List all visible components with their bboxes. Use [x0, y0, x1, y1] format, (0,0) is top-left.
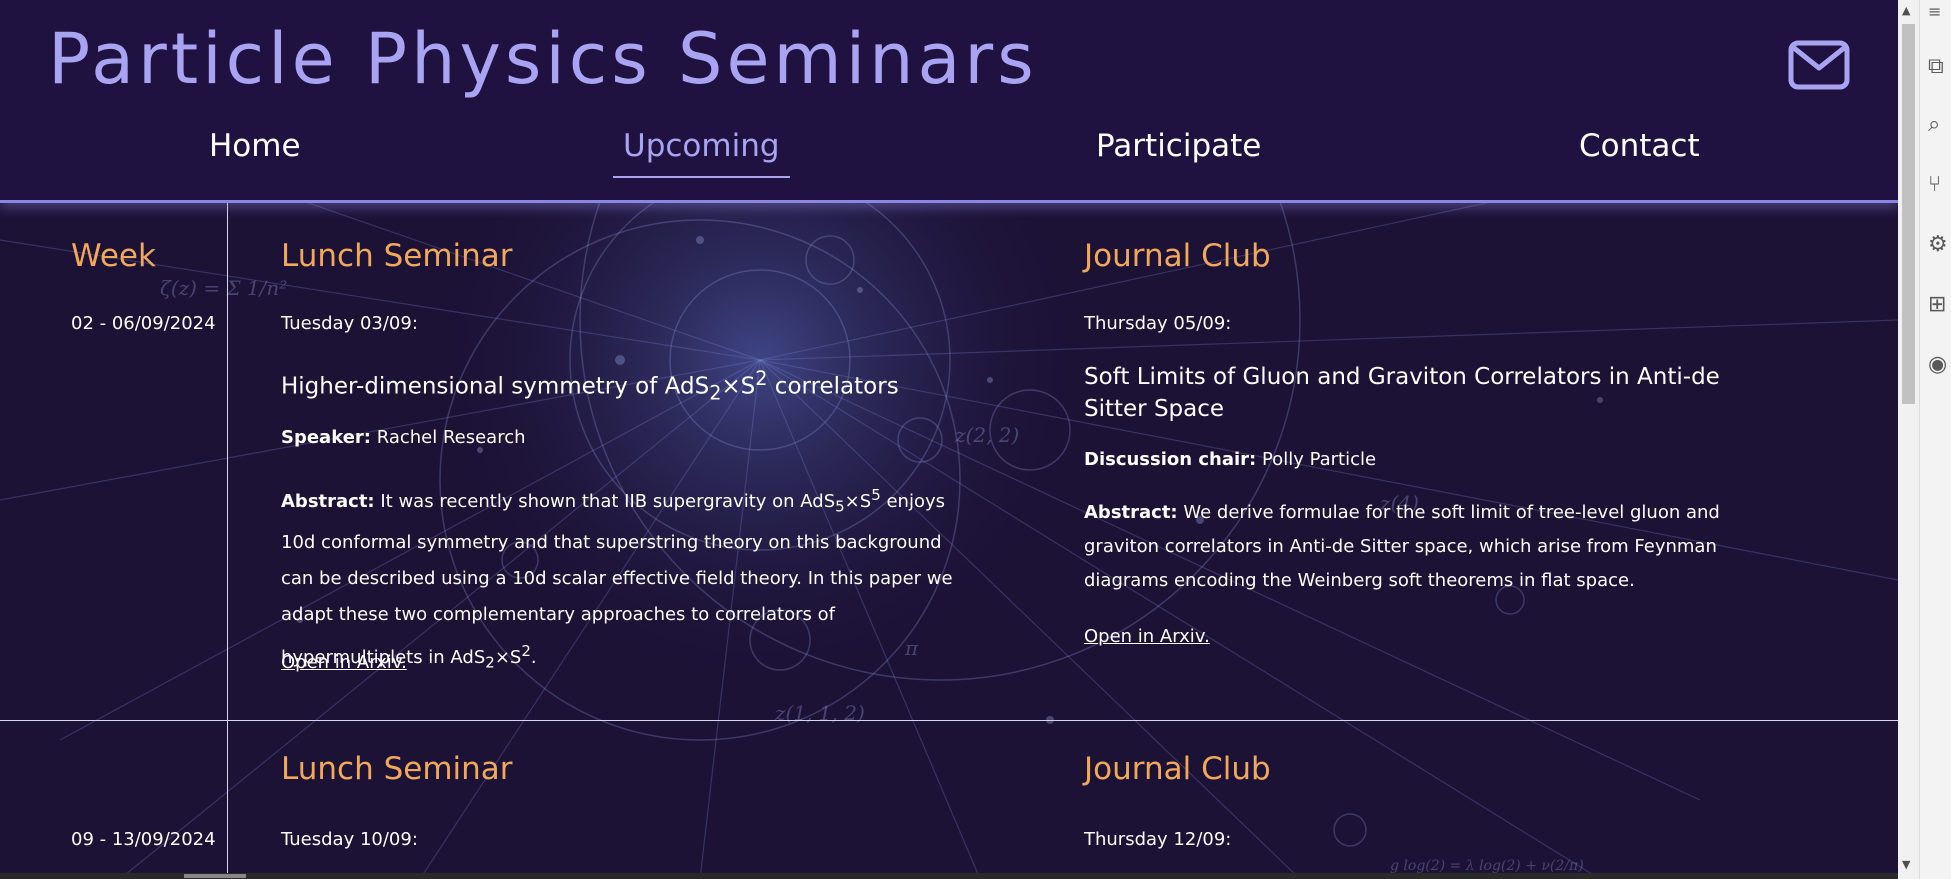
- search-icon[interactable]: ⌕: [1928, 112, 1940, 137]
- week-row: 09 - 13/09/2024 Lunch Seminar Tuesday 10…: [0, 721, 1898, 873]
- debug-icon[interactable]: ⚙: [1928, 232, 1948, 257]
- event-day: Thursday 12/09:: [1084, 829, 1232, 850]
- journal-club-heading: Journal Club: [1084, 238, 1271, 274]
- arxiv-link[interactable]: Open in Arxiv.: [1084, 626, 1210, 647]
- event-day: Tuesday 10/09:: [281, 829, 418, 850]
- vertical-scrollbar[interactable]: ▲ ▼: [1898, 0, 1919, 879]
- journal-club: Journal Club Thursday 05/09: Soft Limits…: [1084, 203, 1784, 720]
- week-heading: Week: [71, 238, 156, 274]
- source-control-icon[interactable]: ⑂: [1928, 172, 1941, 197]
- envelope-icon[interactable]: [1788, 40, 1850, 90]
- week-column: Week 02 - 06/09/2024: [0, 203, 228, 720]
- nav-home[interactable]: Home: [209, 128, 301, 164]
- lunch-seminar: Lunch Seminar Tuesday 10/09:: [281, 721, 981, 873]
- main-nav: Home Upcoming Participate Contact: [0, 128, 1898, 188]
- scroll-down-icon[interactable]: ▼: [1902, 858, 1910, 871]
- editor-side-strip: ≡ ⧉ ⌕ ⑂ ⚙ ⊞ ◉: [1919, 0, 1951, 879]
- horizontal-scroll-thumb[interactable]: [184, 874, 246, 878]
- extensions-icon[interactable]: ⊞: [1928, 292, 1946, 317]
- nav-upcoming[interactable]: Upcoming: [613, 128, 790, 178]
- lunch-seminar-heading: Lunch Seminar: [281, 751, 513, 787]
- nav-participate[interactable]: Participate: [1096, 128, 1261, 164]
- talk-title: Higher-dimensional symmetry of AdS2×S2 c…: [281, 367, 899, 405]
- files-icon[interactable]: ⧉: [1928, 54, 1944, 79]
- week-dates: 02 - 06/09/2024: [71, 313, 216, 334]
- chair-line: Discussion chair: Polly Particle: [1084, 449, 1377, 470]
- scroll-up-icon[interactable]: ▲: [1902, 4, 1910, 17]
- lunch-seminar-heading: Lunch Seminar: [281, 238, 513, 274]
- horizontal-scrollbar[interactable]: [0, 873, 1898, 879]
- week-row: Week 02 - 06/09/2024 Lunch Seminar Tuesd…: [0, 203, 1898, 720]
- arxiv-link[interactable]: Open in Arxiv.: [281, 652, 407, 673]
- github-icon[interactable]: ◉: [1928, 352, 1947, 377]
- week-column: 09 - 13/09/2024: [0, 721, 228, 873]
- scroll-thumb[interactable]: [1902, 24, 1915, 404]
- site-title: Particle Physics Seminars: [48, 18, 1038, 100]
- site-header: Particle Physics Seminars Home Upcoming …: [0, 0, 1898, 203]
- abstract: Abstract: We derive formulae for the sof…: [1084, 502, 1720, 591]
- event-day: Thursday 05/09:: [1084, 313, 1232, 334]
- abstract: Abstract: It was recently shown that IIB…: [281, 486, 953, 672]
- talk-title: Soft Limits of Gluon and Graviton Correl…: [1084, 364, 1720, 422]
- journal-club: Journal Club Thursday 12/09:: [1084, 721, 1784, 873]
- event-day: Tuesday 03/09:: [281, 313, 418, 334]
- menu-icon[interactable]: ≡: [1928, 2, 1941, 21]
- speaker-line: Speaker: Rachel Research: [281, 427, 526, 448]
- lunch-seminar: Lunch Seminar Tuesday 03/09: Higher-dime…: [281, 203, 981, 720]
- week-dates: 09 - 13/09/2024: [71, 829, 216, 850]
- page: ζ(z) = Σ 1/n² z(2, 2) z(4) z(1, 1, 2) π …: [0, 0, 1898, 879]
- nav-contact[interactable]: Contact: [1579, 128, 1700, 164]
- journal-club-heading: Journal Club: [1084, 751, 1271, 787]
